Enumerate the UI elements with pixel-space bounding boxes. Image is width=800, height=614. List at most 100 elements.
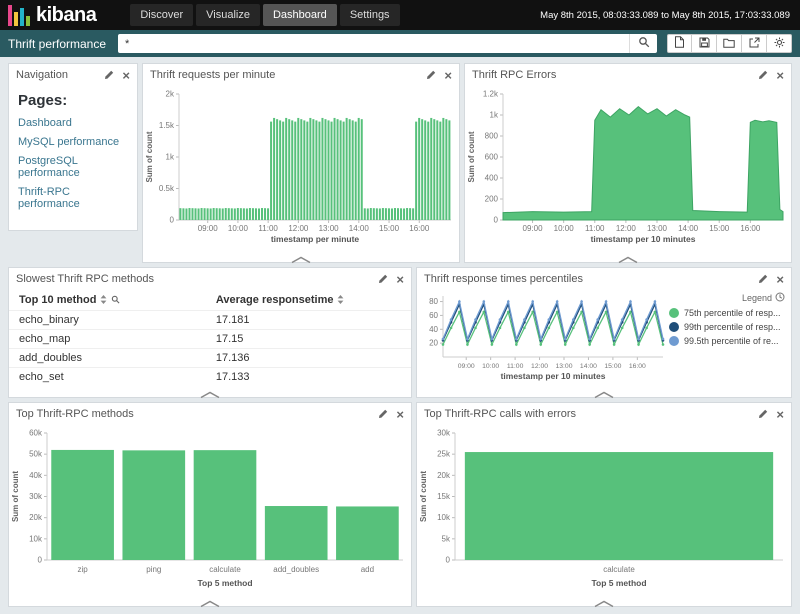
logo-text: kibana — [36, 4, 96, 27]
panel-header: Thrift requests per minute × — [143, 64, 459, 86]
collapse-caret[interactable] — [288, 251, 314, 262]
close-panel-icon[interactable]: × — [776, 69, 784, 82]
svg-text:5k: 5k — [442, 534, 451, 543]
svg-text:20k: 20k — [437, 471, 451, 480]
svg-text:15:00: 15:00 — [709, 224, 730, 233]
nav-tab-visualize[interactable]: Visualize — [196, 4, 260, 26]
svg-text:200: 200 — [485, 195, 499, 204]
legend-title: Legend — [742, 293, 772, 303]
share-dashboard-button[interactable] — [742, 34, 767, 53]
chart-legend: Legend 75th percentile of resp... 99th pe… — [669, 290, 791, 385]
svg-text:14:00: 14:00 — [678, 224, 699, 233]
svg-text:ping: ping — [146, 565, 161, 574]
load-dashboard-button[interactable] — [717, 34, 742, 53]
svg-text:09:00: 09:00 — [523, 224, 544, 233]
errors-area-chart: 02004006008001k1.2k09:0010:0011:0012:001… — [465, 86, 791, 250]
legend-toggle[interactable]: Legend — [669, 292, 785, 304]
svg-text:20: 20 — [429, 339, 438, 348]
panel-title: Top Thrift-RPC methods — [16, 408, 378, 420]
query-input[interactable] — [118, 34, 629, 53]
svg-text:09:00: 09:00 — [198, 224, 219, 233]
page-link[interactable]: PostgreSQL performance — [18, 155, 128, 179]
collapse-caret[interactable] — [591, 595, 617, 606]
table-row: add_doubles17.136 — [9, 349, 411, 368]
svg-text:40k: 40k — [29, 471, 43, 480]
legend-color-dot — [669, 336, 679, 346]
save-dashboard-button[interactable] — [692, 34, 717, 53]
table-row: echo_map17.15 — [9, 330, 411, 349]
nav-tab-dashboard[interactable]: Dashboard — [263, 4, 337, 26]
legend-item[interactable]: 75th percentile of resp... — [669, 308, 785, 318]
svg-text:timestamp per 10 minutes: timestamp per 10 minutes — [591, 234, 696, 244]
panel-header: Thrift response times percentiles × — [417, 268, 791, 290]
close-panel-icon[interactable]: × — [396, 408, 404, 421]
panel-title: Thrift requests per minute — [150, 69, 426, 81]
svg-text:timestamp per minute: timestamp per minute — [271, 234, 360, 244]
collapse-caret[interactable] — [615, 251, 641, 262]
svg-text:Sum of count: Sum of count — [467, 131, 476, 182]
svg-text:20k: 20k — [29, 513, 43, 522]
svg-text:10:00: 10:00 — [228, 224, 249, 233]
close-panel-icon[interactable]: × — [396, 273, 404, 286]
panel-title: Slowest Thrift RPC methods — [16, 273, 378, 285]
edit-panel-icon[interactable] — [378, 409, 388, 419]
svg-text:12:00: 12:00 — [616, 224, 637, 233]
navigation-links: Dashboard MySQL performance PostgreSQL per… — [18, 117, 128, 210]
panel-thrift-requests-per-minute: Thrift requests per minute × 00.5k1k1.5k… — [142, 63, 460, 263]
search-icon — [638, 36, 650, 51]
svg-text:16:00: 16:00 — [629, 363, 646, 370]
panel-title: Thrift RPC Errors — [472, 69, 758, 81]
column-header-method[interactable]: Top 10 method — [9, 290, 206, 311]
close-panel-icon[interactable]: × — [776, 408, 784, 421]
svg-text:0: 0 — [38, 556, 43, 565]
collapse-caret[interactable] — [591, 386, 617, 397]
page-link[interactable]: MySQL performance — [18, 136, 128, 148]
edit-panel-icon[interactable] — [378, 274, 388, 284]
column-label: Top 10 method — [19, 294, 96, 306]
open-folder-icon — [723, 36, 735, 51]
close-panel-icon[interactable]: × — [444, 69, 452, 82]
svg-text:1k: 1k — [490, 111, 499, 120]
edit-panel-icon[interactable] — [758, 70, 768, 80]
edit-panel-icon[interactable] — [758, 274, 768, 284]
edit-panel-icon[interactable] — [104, 70, 114, 80]
kibana-logo[interactable]: kibana — [0, 4, 108, 27]
svg-text:16:00: 16:00 — [740, 224, 761, 233]
svg-text:30k: 30k — [437, 429, 451, 438]
main-nav: Discover Visualize Dashboard Settings — [130, 4, 399, 26]
svg-text:15k: 15k — [437, 492, 451, 501]
collapse-caret[interactable] — [197, 595, 223, 606]
edit-panel-icon[interactable] — [426, 70, 436, 80]
table-row: echo_set17.133 — [9, 368, 411, 387]
collapse-caret[interactable] — [197, 386, 223, 397]
pages-heading: Pages: — [18, 92, 128, 109]
column-header-responsetime[interactable]: Average responsetime — [206, 290, 411, 311]
nav-tab-settings[interactable]: Settings — [340, 4, 400, 26]
options-button[interactable] — [767, 34, 792, 53]
legend-item[interactable]: 99th percentile of resp... — [669, 322, 785, 332]
page-link[interactable]: Dashboard — [18, 117, 128, 129]
time-range-picker[interactable]: May 8th 2015, 08:03:33.089 to May 8th 20… — [540, 10, 800, 21]
search-button[interactable] — [629, 34, 657, 53]
svg-text:Sum of count: Sum of count — [145, 131, 154, 182]
svg-text:14:00: 14:00 — [580, 363, 597, 370]
svg-text:Sum of count: Sum of count — [419, 471, 428, 522]
page-link[interactable]: Thrift-RPC performance — [18, 186, 128, 210]
close-panel-icon[interactable]: × — [776, 273, 784, 286]
svg-text:11:00: 11:00 — [507, 363, 524, 370]
nav-tab-discover[interactable]: Discover — [130, 4, 193, 26]
legend-item[interactable]: 99.5th percentile of re... — [669, 336, 785, 346]
sort-icon — [333, 294, 344, 306]
edit-panel-icon[interactable] — [758, 409, 768, 419]
new-dashboard-button[interactable] — [667, 34, 692, 53]
svg-text:12:00: 12:00 — [288, 224, 309, 233]
svg-text:11:00: 11:00 — [258, 224, 278, 233]
svg-text:40: 40 — [429, 325, 438, 334]
panel-slowest-thrift-methods: Slowest Thrift RPC methods × Top 10 meth… — [8, 267, 412, 398]
close-panel-icon[interactable]: × — [122, 69, 130, 82]
app-header: kibana Discover Visualize Dashboard Sett… — [0, 0, 800, 30]
slowest-table-tbody: echo_binary17.181echo_map17.15add_double… — [9, 311, 411, 387]
svg-text:15:00: 15:00 — [379, 224, 400, 233]
svg-text:14:00: 14:00 — [349, 224, 370, 233]
filter-magnifier-icon — [107, 294, 120, 306]
